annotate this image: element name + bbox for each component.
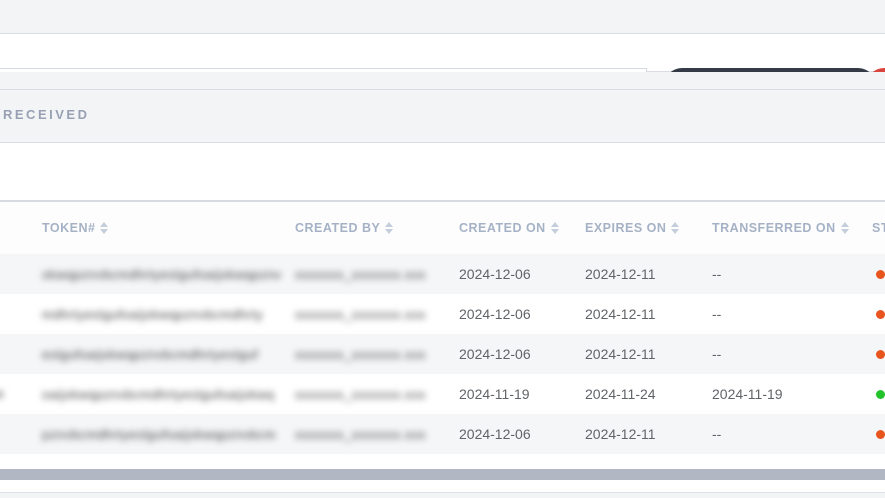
sort-icon[interactable] (550, 222, 559, 234)
column-header-created_by[interactable]: CREATED BY (295, 202, 394, 254)
cell-expires-on: 2024-12-11 (585, 426, 656, 442)
table-row[interactable]: pznvbcmdhrtyeslgufoaijxkwqpznvbcm xxxxxxx… (0, 414, 885, 454)
cell-created-by-redacted: xxxxxxx_xxxxxxx.xxx (295, 306, 426, 322)
table-header-row: TOKEN# CREATED BY CREATED ON EXPIRES ON TRAN… (0, 202, 885, 254)
cell-transferred-on: 2024-11-19 (712, 386, 783, 402)
cell-created-by-redacted: xxxxxxx_xxxxxxx.xxx (295, 346, 426, 362)
table-row[interactable]: xxx oaijxkwqpznvbcmdhrtyeslgufoaijxkwq xxx… (0, 374, 885, 414)
column-label: CREATED BY (295, 221, 381, 235)
cell-transferred-on: -- (712, 426, 722, 442)
cell-expires-on: 2024-11-24 (585, 386, 656, 402)
tokens-table: TOKEN# CREATED BY CREATED ON EXPIRES ON TRAN… (0, 200, 885, 454)
content-gap (0, 143, 885, 200)
cell-created-on: 2024-12-06 (459, 306, 531, 322)
bottom-band (0, 493, 885, 498)
divider-strip (0, 72, 885, 90)
cell-token-redacted: pznvbcmdhrtyeslgufoaijxkwqpznvbcm (42, 426, 276, 442)
column-header-created_on[interactable]: CREATED ON (459, 202, 559, 254)
cell-created-on: 2024-12-06 (459, 346, 531, 362)
column-header-expires_on[interactable]: EXPIRES ON (585, 202, 680, 254)
cell-expires-on: 2024-12-11 (585, 266, 656, 282)
horizontal-scrollbar-track (0, 454, 885, 493)
cell-expires-on: 2024-12-11 (585, 346, 656, 362)
status-dot-pending (876, 350, 885, 359)
cell-expires-on: 2024-12-11 (585, 306, 656, 322)
cell-token-redacted: oaijxkwqpznvbcmdhrtyeslgufoaijxkwq (42, 386, 275, 402)
column-header-status: STATUS (872, 202, 885, 254)
status-dot-pending (876, 310, 885, 319)
column-header-token[interactable]: TOKEN# (42, 202, 109, 254)
status-dot-pending (876, 430, 885, 439)
transfer-tokens-page: Redeem Transfer Token RECEIVED TOKEN# CRE… (0, 0, 885, 498)
toolbar: Redeem Transfer Token (0, 34, 885, 104)
top-band (0, 0, 885, 34)
column-header-transferred_on[interactable]: TRANSFERRED ON (712, 202, 849, 254)
status-dot-pending (876, 270, 885, 279)
table-row[interactable]: xkwqpznvbcmdhrtyeslgufoaijxkwqpznv xxxxxx… (0, 254, 885, 294)
table-row[interactable]: eslgufoaijxkwqpznvbcmdhrtyeslguf xxxxxxx_… (0, 334, 885, 374)
column-label: CREATED ON (459, 221, 546, 235)
status-dot-transferred (876, 390, 885, 399)
sort-icon[interactable] (385, 222, 394, 234)
sort-icon[interactable] (840, 222, 849, 234)
cell-token-redacted: eslgufoaijxkwqpznvbcmdhrtyeslguf (42, 346, 259, 362)
cell-created-on: 2024-12-06 (459, 426, 531, 442)
column-label: STATUS (872, 221, 885, 235)
sort-icon[interactable] (100, 222, 109, 234)
cell-created-by-redacted: xxxxxxx_xxxxxxx.xxx (295, 266, 426, 282)
table-body: xkwqpznvbcmdhrtyeslgufoaijxkwqpznv xxxxxx… (0, 254, 885, 454)
column-label: TOKEN# (42, 221, 96, 235)
column-label: TRANSFERRED ON (712, 221, 836, 235)
cell-created-on: 2024-11-19 (459, 386, 530, 402)
horizontal-scrollbar-thumb[interactable] (0, 469, 885, 480)
redacted-edge-label: xxx (0, 387, 4, 400)
tab-received[interactable]: RECEIVED (3, 107, 89, 122)
column-label: EXPIRES ON (585, 221, 667, 235)
cell-token-redacted: mdhrtyeslgufoaijxkwqpznvbcmdhrty (42, 306, 264, 322)
cell-token-redacted: xkwqpznvbcmdhrtyeslgufoaijxkwqpznv (42, 266, 282, 282)
table-row[interactable]: mdhrtyeslgufoaijxkwqpznvbcmdhrty xxxxxxx_… (0, 294, 885, 334)
cell-transferred-on: -- (712, 266, 722, 282)
cell-transferred-on: -- (712, 346, 722, 362)
cell-created-by-redacted: xxxxxxx_xxxxxxx.xxx (295, 386, 426, 402)
cell-transferred-on: -- (712, 306, 722, 322)
cell-created-by-redacted: xxxxxxx_xxxxxxx.xxx (295, 426, 426, 442)
tab-bar: RECEIVED (0, 90, 885, 143)
cell-created-on: 2024-12-06 (459, 266, 531, 282)
sort-icon[interactable] (671, 222, 680, 234)
